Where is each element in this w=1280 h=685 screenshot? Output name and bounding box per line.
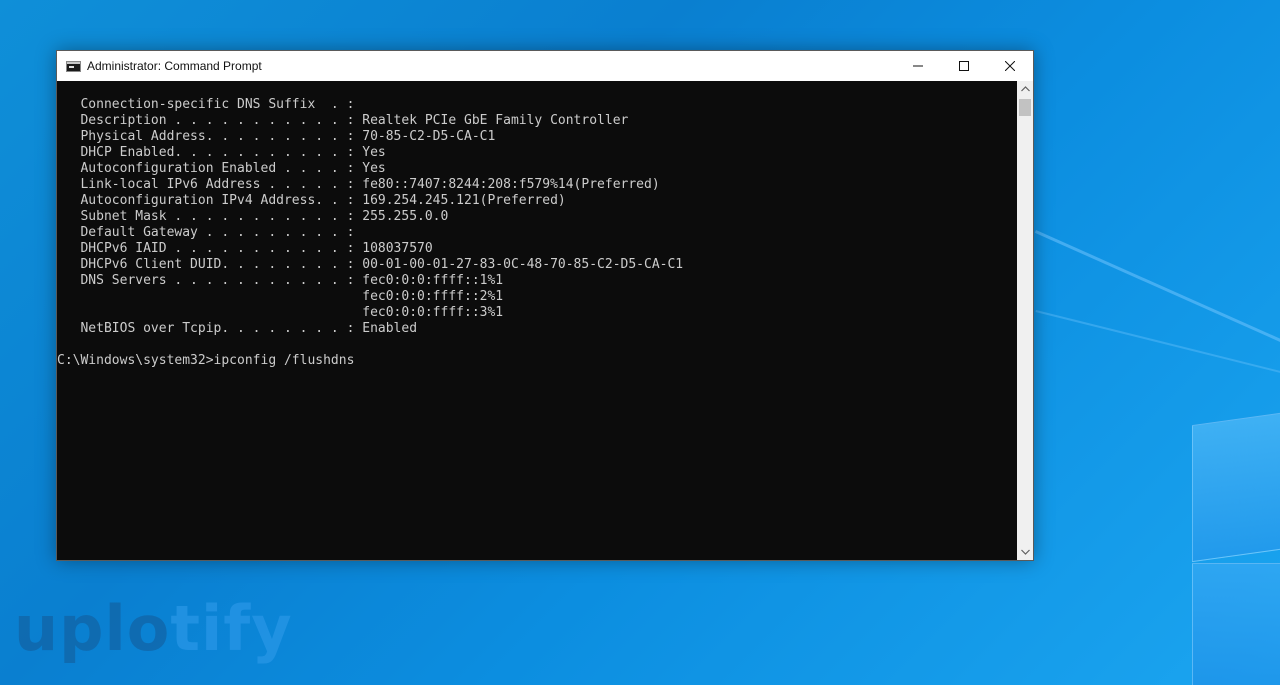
window-titlebar[interactable]: Administrator: Command Prompt	[57, 51, 1033, 81]
console-line: DHCPv6 Client DUID. . . . . . . . : 00-0…	[57, 257, 684, 272]
minimize-button[interactable]	[895, 51, 941, 81]
console-line: Subnet Mask . . . . . . . . . . . : 255.…	[57, 209, 449, 224]
console-line: NetBIOS over Tcpip. . . . . . . . : Enab…	[57, 321, 418, 336]
command-prompt-window[interactable]: Administrator: Command Prompt Connection…	[56, 50, 1034, 561]
scrollbar-thumb[interactable]	[1019, 99, 1031, 116]
windows-logo-pane	[1192, 563, 1280, 685]
minimize-icon	[913, 65, 923, 67]
console-line: Description . . . . . . . . . . . : Real…	[57, 113, 629, 128]
watermark-text-part2: tify	[170, 592, 293, 665]
console-line: fec0:0:0:ffff::3%1	[57, 305, 504, 320]
scroll-down-button[interactable]	[1017, 544, 1033, 560]
watermark-logo: uplotify	[14, 598, 293, 660]
close-button[interactable]	[987, 51, 1033, 81]
console-output[interactable]: Connection-specific DNS Suffix . : Descr…	[57, 81, 1017, 560]
console-line: Link-local IPv6 Address . . . . . : fe80…	[57, 177, 660, 192]
console-line: DNS Servers . . . . . . . . . . . : fec0…	[57, 273, 504, 288]
close-icon	[1005, 61, 1015, 71]
scroll-up-button[interactable]	[1017, 81, 1033, 97]
watermark-text-part1: uplo	[14, 592, 171, 665]
console-line: fec0:0:0:ffff::2%1	[57, 289, 504, 304]
window-title: Administrator: Command Prompt	[87, 59, 262, 73]
chevron-down-icon	[1020, 549, 1030, 555]
console-line: Physical Address. . . . . . . . . : 70-8…	[57, 129, 496, 144]
windows-logo-pane	[1192, 410, 1280, 563]
desktop-light-beam	[1035, 310, 1280, 433]
maximize-button[interactable]	[941, 51, 987, 81]
console-text: Connection-specific DNS Suffix . : Descr…	[57, 81, 1017, 369]
console-line: DHCP Enabled. . . . . . . . . . . : Yes	[57, 145, 386, 160]
command-line[interactable]: C:\Windows\system32>ipconfig /flushdns	[57, 353, 1017, 369]
vertical-scrollbar[interactable]	[1017, 81, 1033, 560]
console-line: Connection-specific DNS Suffix . :	[57, 97, 355, 112]
console-line: Autoconfiguration Enabled . . . . : Yes	[57, 161, 386, 176]
console-line: Default Gateway . . . . . . . . . :	[57, 225, 355, 240]
window-controls	[895, 51, 1033, 81]
console-line: Autoconfiguration IPv4 Address. . : 169.…	[57, 193, 566, 208]
maximize-icon	[959, 61, 969, 71]
cmd-icon[interactable]	[66, 60, 81, 72]
chevron-up-icon	[1020, 86, 1030, 92]
console-line: DHCPv6 IAID . . . . . . . . . . . : 1080…	[57, 241, 433, 256]
